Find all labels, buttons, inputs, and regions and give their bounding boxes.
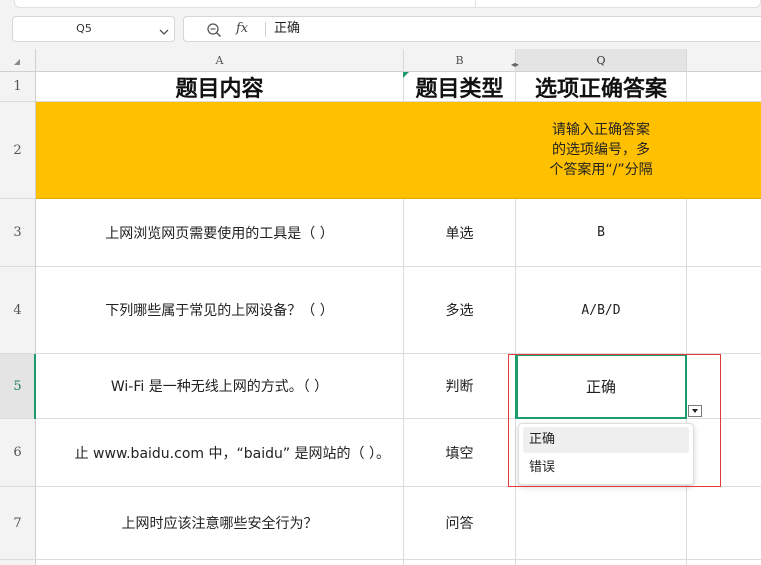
annotation-highlight-box	[508, 354, 721, 487]
cell-b4[interactable]: 多选	[404, 267, 516, 354]
column-header-next[interactable]	[687, 49, 761, 72]
cell-a4[interactable]: 下列哪些属于常见的上网设备？（ ）	[36, 267, 404, 354]
cell-b5[interactable]: 判断	[404, 354, 516, 419]
row-header-8[interactable]	[0, 560, 36, 565]
column-header-q[interactable]: Q	[516, 49, 687, 72]
cell-next3[interactable]	[687, 199, 761, 267]
row-header-1[interactable]: 1	[0, 72, 36, 102]
cell-q2[interactable]: 请输入正确答案 的选项编号，多 个答案用“/”分隔	[516, 102, 687, 199]
column-header-b[interactable]: B	[404, 49, 516, 72]
cell-b2[interactable]	[404, 102, 516, 199]
function-icon[interactable]: fx	[236, 20, 258, 38]
cell-b8[interactable]	[404, 560, 516, 565]
row-header-7[interactable]: 7	[0, 487, 36, 560]
row-header-2[interactable]: 2	[0, 102, 36, 199]
zoom-icon[interactable]	[206, 22, 222, 38]
cell-next2[interactable]	[687, 102, 761, 199]
cell-b6[interactable]: 填空	[404, 419, 516, 487]
cell-q7[interactable]	[516, 487, 687, 560]
note-line-3: 个答案用“/”分隔	[549, 162, 653, 178]
cell-a1[interactable]: 题目内容	[36, 72, 404, 102]
cell-next4[interactable]	[687, 267, 761, 354]
name-box[interactable]: Q5	[12, 16, 175, 42]
cell-flag-mark	[403, 72, 409, 78]
cell-b3[interactable]: 单选	[404, 199, 516, 267]
row-header-3[interactable]: 3	[0, 199, 36, 267]
formula-input[interactable]: fx 正确	[183, 16, 761, 42]
column-header-a[interactable]: A	[36, 49, 404, 72]
cell-next1[interactable]	[687, 72, 761, 102]
select-all-corner[interactable]	[0, 49, 36, 72]
row-header-5[interactable]: 5	[0, 354, 36, 419]
cell-a3[interactable]: 上网浏览网页需要使用的工具是（ ）	[36, 199, 404, 267]
note-line-1: 请输入正确答案	[552, 122, 650, 138]
cell-a5[interactable]: Wi-Fi 是一种无线上网的方式。（ ）	[36, 354, 404, 419]
name-box-value[interactable]: Q5	[13, 17, 155, 41]
cell-next7[interactable]	[687, 487, 761, 560]
cell-a2[interactable]	[36, 102, 404, 199]
cell-b1[interactable]: 题目类型	[404, 72, 516, 102]
cell-q1[interactable]: 选项正确答案	[516, 72, 687, 102]
row-header-4[interactable]: 4	[0, 267, 36, 354]
cell-a6[interactable]: 止 www.baidu.com 中，“baidu” 是网站的（ ）。	[36, 419, 404, 487]
chevron-down-icon[interactable]	[158, 23, 170, 35]
toolbar-edge	[14, 0, 761, 8]
cell-q4[interactable]: A/B/D	[516, 267, 687, 354]
column-resize-icon[interactable]: ◂▸	[511, 61, 523, 69]
cell-a7[interactable]: 上网时应该注意哪些安全行为？	[36, 487, 404, 560]
row-header-6[interactable]: 6	[0, 419, 36, 487]
cell-q8[interactable]	[516, 560, 687, 565]
formula-divider	[265, 22, 266, 37]
note-line-2: 的选项编号，多	[552, 142, 650, 158]
cell-b7[interactable]: 问答	[404, 487, 516, 560]
formula-content[interactable]: 正确	[274, 17, 300, 41]
cell-q3[interactable]: B	[516, 199, 687, 267]
cell-a8[interactable]	[36, 560, 404, 565]
